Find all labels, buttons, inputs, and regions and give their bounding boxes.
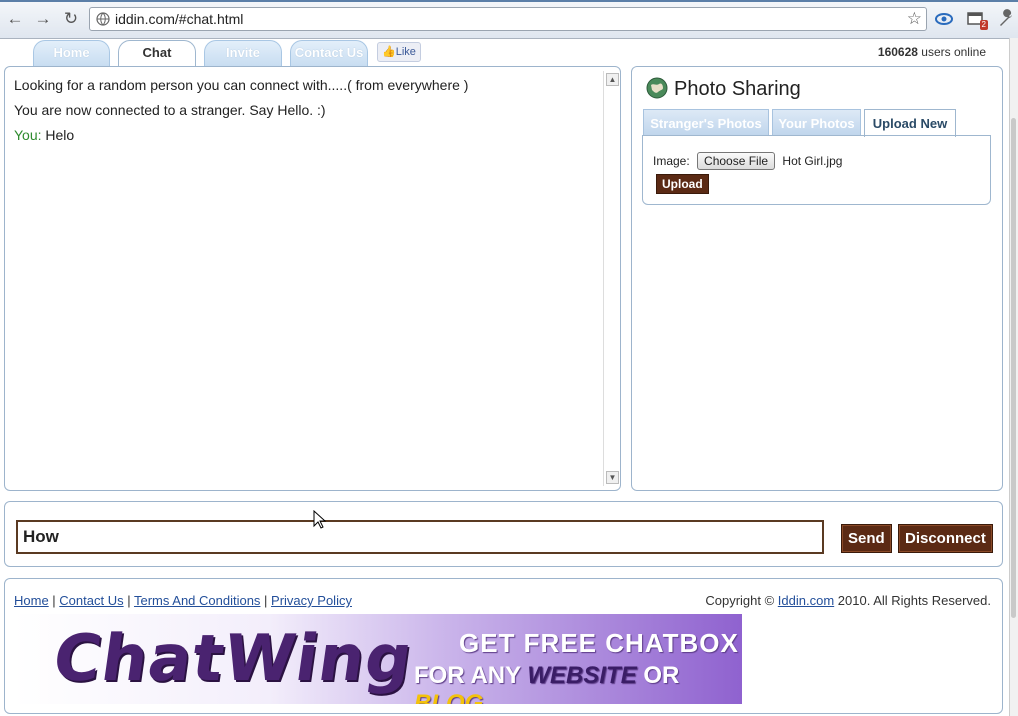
banner-subline: for any Website or Blog	[414, 662, 742, 704]
tab-invite[interactable]: Invite	[204, 40, 282, 66]
window-top-border	[0, 0, 1018, 2]
chat-message: You: Helo	[14, 127, 599, 144]
like-label: Like	[395, 46, 416, 58]
photo-title-text: Photo Sharing	[674, 78, 801, 100]
footer-panel: Home | Contact Us | Terms And Conditions…	[4, 578, 1003, 714]
scroll-up-icon[interactable]: ▲	[606, 73, 619, 86]
banner-blog: Blog	[414, 690, 484, 704]
choose-file-button[interactable]: Choose File	[697, 152, 776, 170]
banner-website: Website	[527, 662, 637, 689]
footer-link-home[interactable]: Home	[14, 593, 49, 608]
chat-scrollbar[interactable]: ▲ ▼	[603, 71, 620, 486]
facebook-like-button[interactable]: 👍Like	[377, 42, 421, 62]
system-message-text: You are now connected to a stranger. Say…	[14, 102, 326, 118]
tab-contact-us[interactable]: Contact Us	[290, 40, 368, 66]
photo-sharing-title: Photo Sharing	[646, 77, 801, 101]
chat-panel: Looking for a random person you can conn…	[4, 66, 621, 491]
send-button[interactable]: Send	[841, 524, 892, 553]
tab-upload-new[interactable]: Upload New	[864, 109, 956, 137]
selected-file-name: Hot Girl.jpg	[782, 154, 843, 168]
user-message-text: Helo	[45, 127, 75, 143]
tab-strangers-photos[interactable]: Stranger's Photos	[643, 109, 769, 136]
browser-toolbar: ← → ↻ iddin.com/#chat.html ☆ 2	[0, 0, 1018, 39]
chat-log: Looking for a random person you can conn…	[14, 77, 599, 152]
chat-message: Looking for a random person you can conn…	[14, 77, 599, 94]
photo-globe-icon	[646, 77, 668, 99]
back-icon[interactable]: ←	[5, 9, 25, 29]
footer-link-terms[interactable]: Terms And Conditions	[134, 593, 260, 608]
users-online: 160628 users online	[878, 45, 986, 59]
wrench-icon[interactable]	[996, 9, 1016, 29]
extension-eye-icon[interactable]	[934, 9, 954, 29]
banner-or: or	[643, 662, 680, 689]
image-label: Image:	[653, 154, 690, 168]
banner-headline: Get free chatbox	[459, 628, 739, 658]
composer-panel: How Send Disconnect	[4, 501, 1003, 567]
scroll-down-icon[interactable]: ▼	[606, 471, 619, 484]
tab-chat[interactable]: Chat	[118, 40, 196, 67]
tab-home[interactable]: Home	[33, 40, 110, 66]
upload-button[interactable]: Upload	[656, 174, 709, 194]
copyright-suffix: 2010. All Rights Reserved.	[837, 593, 991, 608]
upload-form: Image: Choose File Hot Girl.jpg Upload	[642, 135, 991, 205]
chatwing-banner[interactable]: ChatWing Get free chatbox for any Websit…	[14, 614, 742, 704]
disconnect-button[interactable]: Disconnect	[898, 524, 993, 553]
speaker-label: You:	[14, 127, 42, 143]
copyright: Copyright © Iddin.com 2010. All Rights R…	[705, 593, 991, 608]
online-count: 160628	[877, 45, 918, 59]
page-scroll-thumb[interactable]	[1011, 118, 1016, 618]
footer-link-contact-us[interactable]: Contact Us	[59, 593, 123, 608]
footer-link-privacy[interactable]: Privacy Policy	[271, 593, 352, 608]
globe-icon	[96, 12, 110, 26]
photo-sharing-panel: Photo Sharing Stranger's Photos Your Pho…	[631, 66, 1003, 491]
url-text: iddin.com/#chat.html	[115, 11, 244, 27]
upload-row: Image: Choose File Hot Girl.jpg	[653, 152, 842, 170]
message-input[interactable]: How	[16, 520, 824, 554]
address-bar[interactable]: iddin.com/#chat.html ☆	[89, 7, 927, 31]
tab-your-photos[interactable]: Your Photos	[772, 109, 861, 136]
site-nav: Home Chat Invite Contact Us 👍Like 160628…	[0, 38, 1010, 67]
copyright-site-link[interactable]: Iddin.com	[778, 593, 834, 608]
copyright-prefix: Copyright ©	[705, 593, 775, 608]
banner-logo: ChatWing	[48, 622, 418, 696]
forward-icon[interactable]: →	[33, 9, 53, 29]
banner-for-any: for any	[414, 662, 521, 689]
extension-badge: 2	[979, 20, 988, 30]
chat-message: You are now connected to a stranger. Say…	[14, 102, 599, 119]
system-message-text: Looking for a random person you can conn…	[14, 77, 469, 93]
reload-icon[interactable]: ↻	[61, 9, 81, 29]
online-suffix: users online	[921, 45, 986, 59]
mouse-cursor-icon	[313, 510, 327, 529]
page-scrollbar[interactable]	[1009, 38, 1018, 716]
footer-links: Home | Contact Us | Terms And Conditions…	[14, 593, 352, 608]
bookmark-star-icon[interactable]: ☆	[907, 9, 922, 29]
thumbs-up-icon: 👍	[382, 46, 396, 58]
extension-window-icon[interactable]: 2	[966, 9, 988, 30]
